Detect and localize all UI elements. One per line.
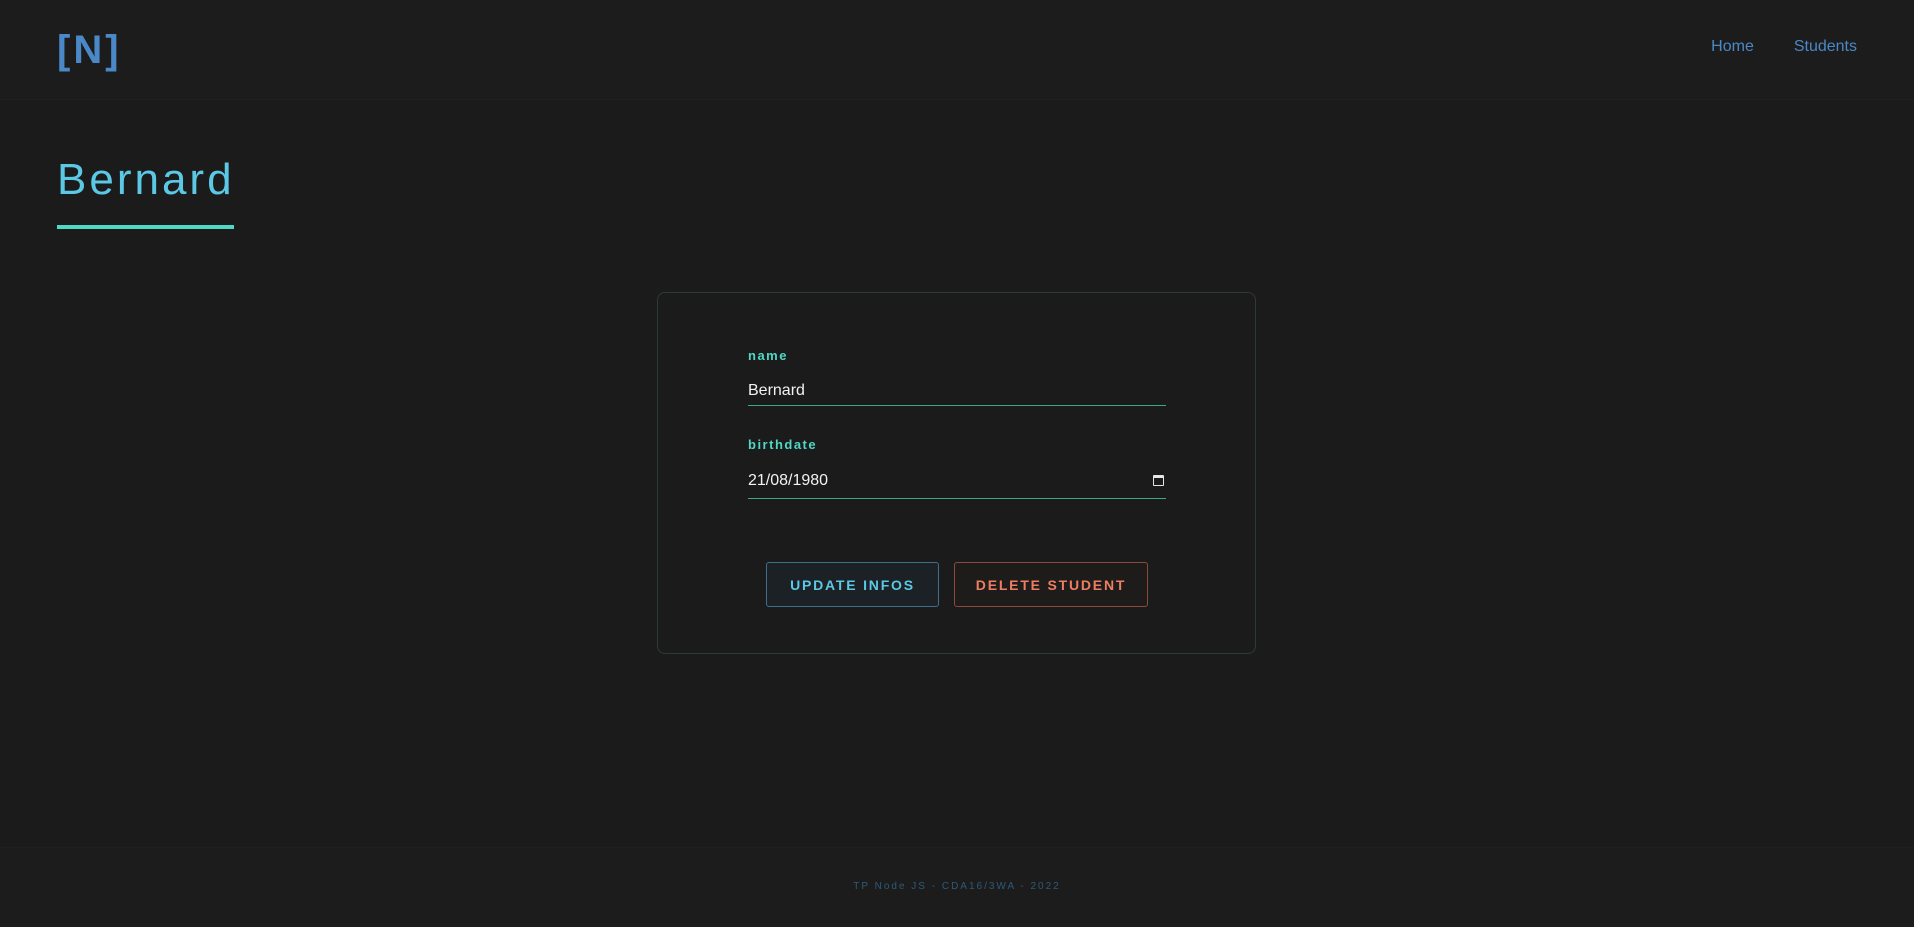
top-header: [N] Home Students: [0, 0, 1914, 100]
page-footer: TP Node JS - CDA16/3WA - 2022: [0, 847, 1914, 927]
delete-student-button[interactable]: DELETE STUDENT: [954, 562, 1148, 607]
name-input[interactable]: Bernard: [748, 376, 1166, 406]
title-underline: [57, 225, 234, 229]
name-field-group: name Bernard: [748, 348, 1166, 406]
main-nav: Home Students: [1711, 38, 1857, 56]
name-input-value: Bernard: [748, 381, 805, 399]
birthdate-label: birthdate: [748, 437, 818, 452]
birthdate-field-group: birthdate 21/08/1980: [748, 437, 1166, 499]
nav-students-link[interactable]: Students: [1794, 38, 1857, 56]
footer-text: TP Node JS - CDA16/3WA - 2022: [853, 881, 1061, 892]
birthdate-input-value: 21/08/1980: [748, 471, 829, 489]
update-infos-button[interactable]: UPDATE INFOS: [766, 562, 939, 607]
name-label: name: [748, 348, 788, 363]
student-form-card: name Bernard birthdate 21/08/1980 UPDATE…: [657, 292, 1256, 654]
logo[interactable]: [N]: [57, 24, 122, 76]
birthdate-input[interactable]: 21/08/1980: [748, 463, 1166, 499]
page-title: Bernard: [57, 155, 235, 204]
calendar-icon[interactable]: [1153, 475, 1164, 486]
nav-home-link[interactable]: Home: [1711, 38, 1754, 56]
